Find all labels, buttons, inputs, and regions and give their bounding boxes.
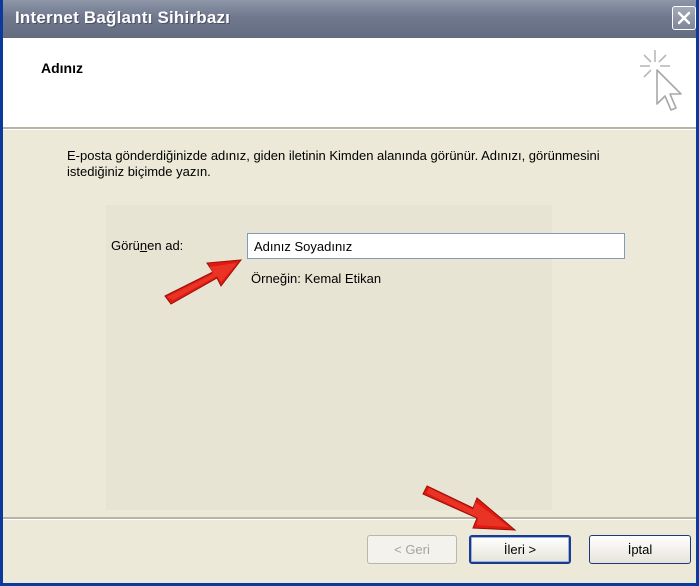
- window-title: Internet Bağlantı Sihirbazı: [15, 8, 231, 27]
- connection-wizard-icon: [640, 50, 682, 111]
- page-title: Adınız: [41, 60, 83, 76]
- instruction-text: E-posta gönderdiğinizde adınız, giden il…: [67, 148, 600, 179]
- display-name-input[interactable]: [247, 233, 625, 259]
- close-icon: [677, 11, 691, 25]
- back-button[interactable]: < Geri: [367, 535, 457, 564]
- wizard-header: Adınız: [3, 38, 696, 127]
- next-button[interactable]: İleri >: [469, 535, 571, 564]
- header-divider: [3, 127, 696, 130]
- cancel-button[interactable]: İptal: [589, 535, 691, 564]
- title-bar[interactable]: Internet Bağlantı Sihirbazı: [3, 0, 696, 38]
- annotation-arrow-icon: [422, 485, 517, 531]
- annotation-arrow-icon: [164, 259, 243, 305]
- close-button[interactable]: [672, 6, 696, 30]
- wizard-window: Internet Bağlantı Sihirbazı Adınız E-pos…: [0, 0, 699, 586]
- example-text: Örneğin: Kemal Etikan: [251, 271, 382, 286]
- footer-divider: [3, 517, 696, 520]
